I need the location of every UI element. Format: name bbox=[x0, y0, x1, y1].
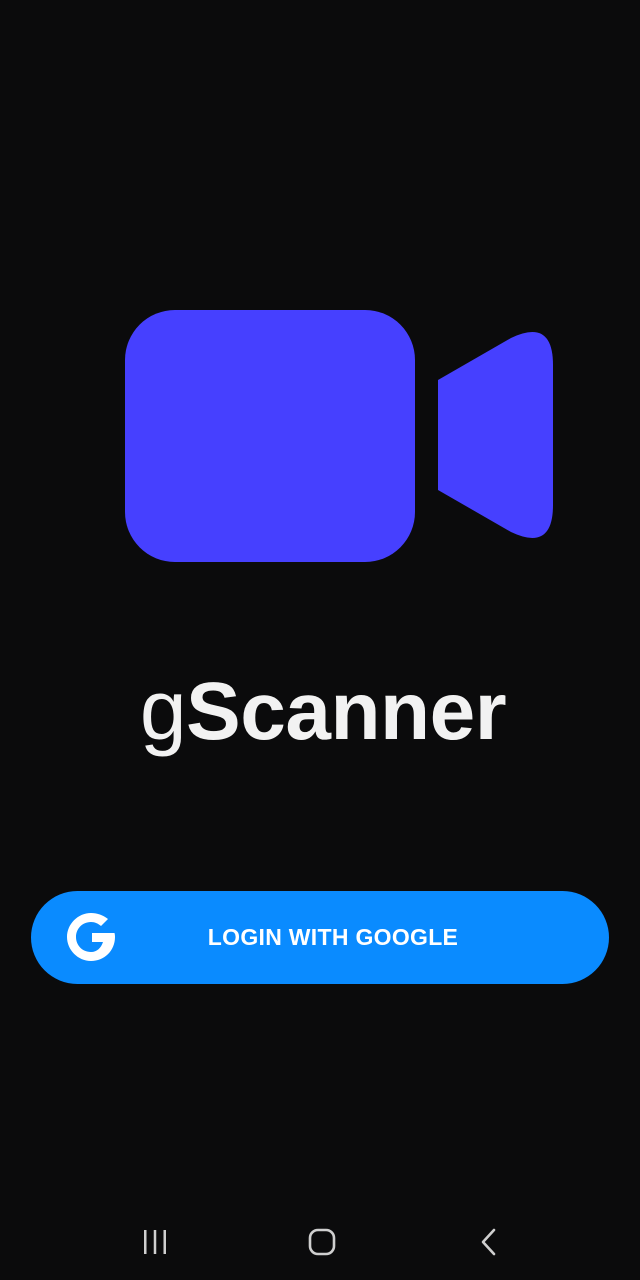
back-icon bbox=[481, 1228, 496, 1256]
app-name: gScanner bbox=[0, 660, 640, 760]
app-name-prefix: g bbox=[139, 663, 187, 757]
recent-apps-button[interactable] bbox=[127, 1222, 183, 1262]
app-name-main: Scanner bbox=[186, 666, 507, 757]
system-navigation-bar bbox=[0, 1208, 640, 1280]
home-icon bbox=[308, 1228, 336, 1256]
recent-apps-icon bbox=[144, 1230, 166, 1254]
app-logo-video-camera-icon bbox=[125, 310, 555, 562]
back-button[interactable] bbox=[461, 1222, 517, 1262]
google-g-icon bbox=[63, 908, 121, 966]
home-button[interactable] bbox=[294, 1222, 350, 1262]
video-camera-icon bbox=[125, 310, 553, 562]
